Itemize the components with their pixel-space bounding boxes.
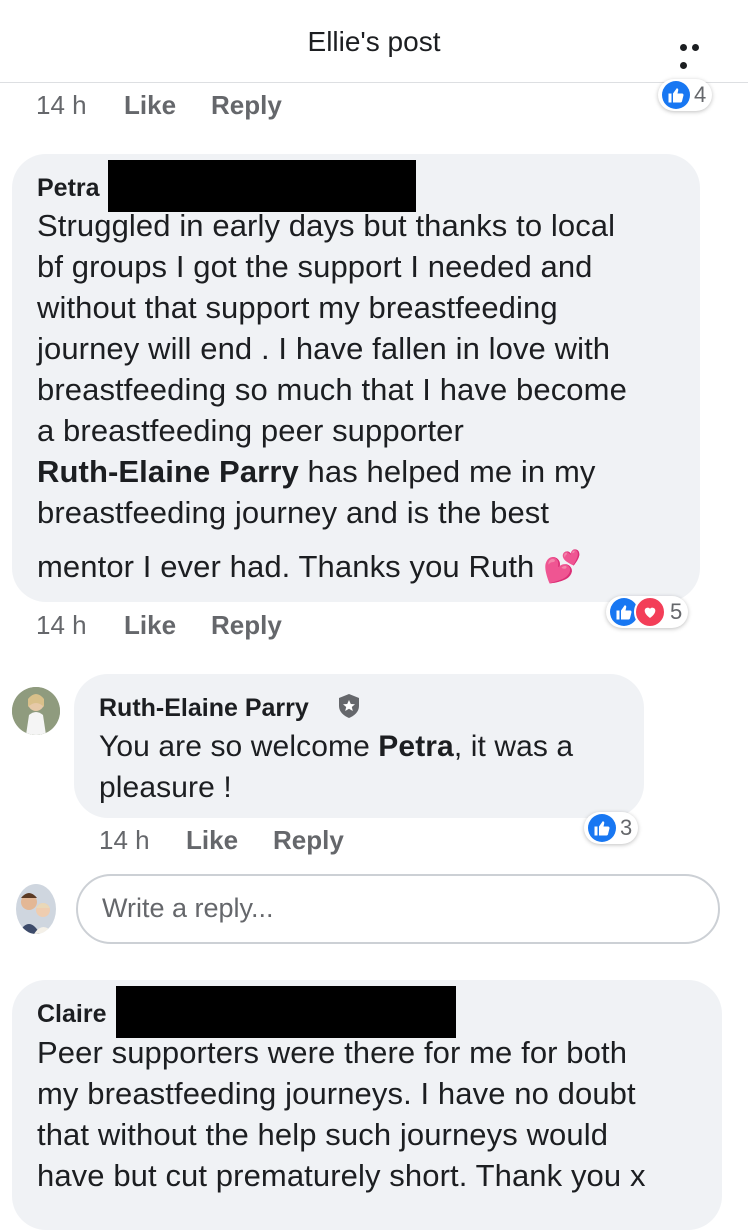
reply-bubble: Ruth-Elaine Parry You are so welcome Pet… <box>74 674 644 818</box>
reply-text-line: You are so welcome Petra, it was a <box>99 730 573 764</box>
comment-author[interactable]: Petra <box>37 174 100 203</box>
comment-text-line: my breastfeeding journeys. I have no dou… <box>37 1076 636 1111</box>
comment-time: 14 h <box>36 90 87 120</box>
love-reaction-icon <box>634 596 666 628</box>
reply-text-fragment: You are so welcome <box>99 730 379 763</box>
mention-link[interactable]: Ruth-Elaine Parry <box>37 454 299 489</box>
comment-text-line: bf groups I got the support I needed and <box>37 249 593 284</box>
reply-input[interactable] <box>100 892 684 925</box>
reply-text-line: pleasure ! <box>99 771 232 804</box>
avatar[interactable] <box>12 687 60 735</box>
reaction-summary[interactable]: 3 <box>584 812 639 844</box>
comment-time: 14 h <box>36 610 87 640</box>
like-button[interactable]: Like <box>124 90 176 121</box>
comment-text-fragment: has helped me in my <box>298 454 596 489</box>
comment-text-line: Peer supporters were there for me for bo… <box>37 1035 628 1070</box>
like-reaction-icon <box>662 81 690 109</box>
reply-button[interactable]: Reply <box>211 610 282 641</box>
page-title: Ellie's post <box>307 26 441 57</box>
moderator-shield-icon <box>337 693 361 724</box>
comment-text-line: journey will end . I have fallen in love… <box>37 331 611 366</box>
reply-time: 14 h <box>99 825 150 855</box>
reaction-summary[interactable]: 5 <box>606 596 689 628</box>
redaction-bar <box>116 986 456 1038</box>
reply-button[interactable]: Reply <box>211 90 282 121</box>
avatar[interactable] <box>16 884 56 934</box>
reply-author[interactable]: Ruth-Elaine Parry <box>99 694 309 723</box>
reply-button[interactable]: Reply <box>273 825 344 856</box>
comment-text-line: breastfeeding so much that I have become <box>37 372 627 407</box>
comment-text-fragment: mentor I ever had. Thanks you Ruth <box>37 549 535 584</box>
like-reaction-icon <box>588 814 616 842</box>
post-header: Ellie's post <box>0 0 748 83</box>
comment-text-line: without that support my breastfeeding <box>37 290 558 325</box>
two-hearts-emoji: 💕 <box>543 549 582 584</box>
more-horizontal-icon[interactable] <box>680 38 714 69</box>
reply-input-container[interactable] <box>76 874 720 944</box>
comment-text-line: that without the help such journeys woul… <box>37 1117 609 1152</box>
comment-text-line: have but cut prematurely short. Thank yo… <box>37 1158 646 1193</box>
comment-text-line: breastfeeding journey and is the best <box>37 495 550 530</box>
like-button[interactable]: Like <box>124 610 176 641</box>
reaction-count: 4 <box>694 82 707 107</box>
reply-text-fragment: , it was a <box>453 730 574 763</box>
comment-meta-row: 14 h Like Reply <box>0 90 748 124</box>
like-button[interactable]: Like <box>186 825 238 856</box>
comment-author[interactable]: Claire <box>37 1000 106 1029</box>
comment-text-line: Ruth-Elaine Parry has helped me in my <box>37 454 595 490</box>
comment-bubble: Petra Struggled in early days but thanks… <box>12 154 700 602</box>
comment-text-line: a breastfeeding peer supporter <box>37 413 464 448</box>
comment-text-line: mentor I ever had. Thanks you Ruth 💕 <box>37 548 582 585</box>
reaction-count: 3 <box>620 815 633 840</box>
reaction-count: 5 <box>670 599 683 624</box>
mention-link[interactable]: Petra <box>378 730 454 763</box>
reaction-summary[interactable]: 4 <box>658 79 713 111</box>
comment-text-line: Struggled in early days but thanks to lo… <box>37 208 616 243</box>
redaction-bar <box>108 160 416 212</box>
comment-bubble: Claire Peer supporters were there for me… <box>12 980 722 1230</box>
